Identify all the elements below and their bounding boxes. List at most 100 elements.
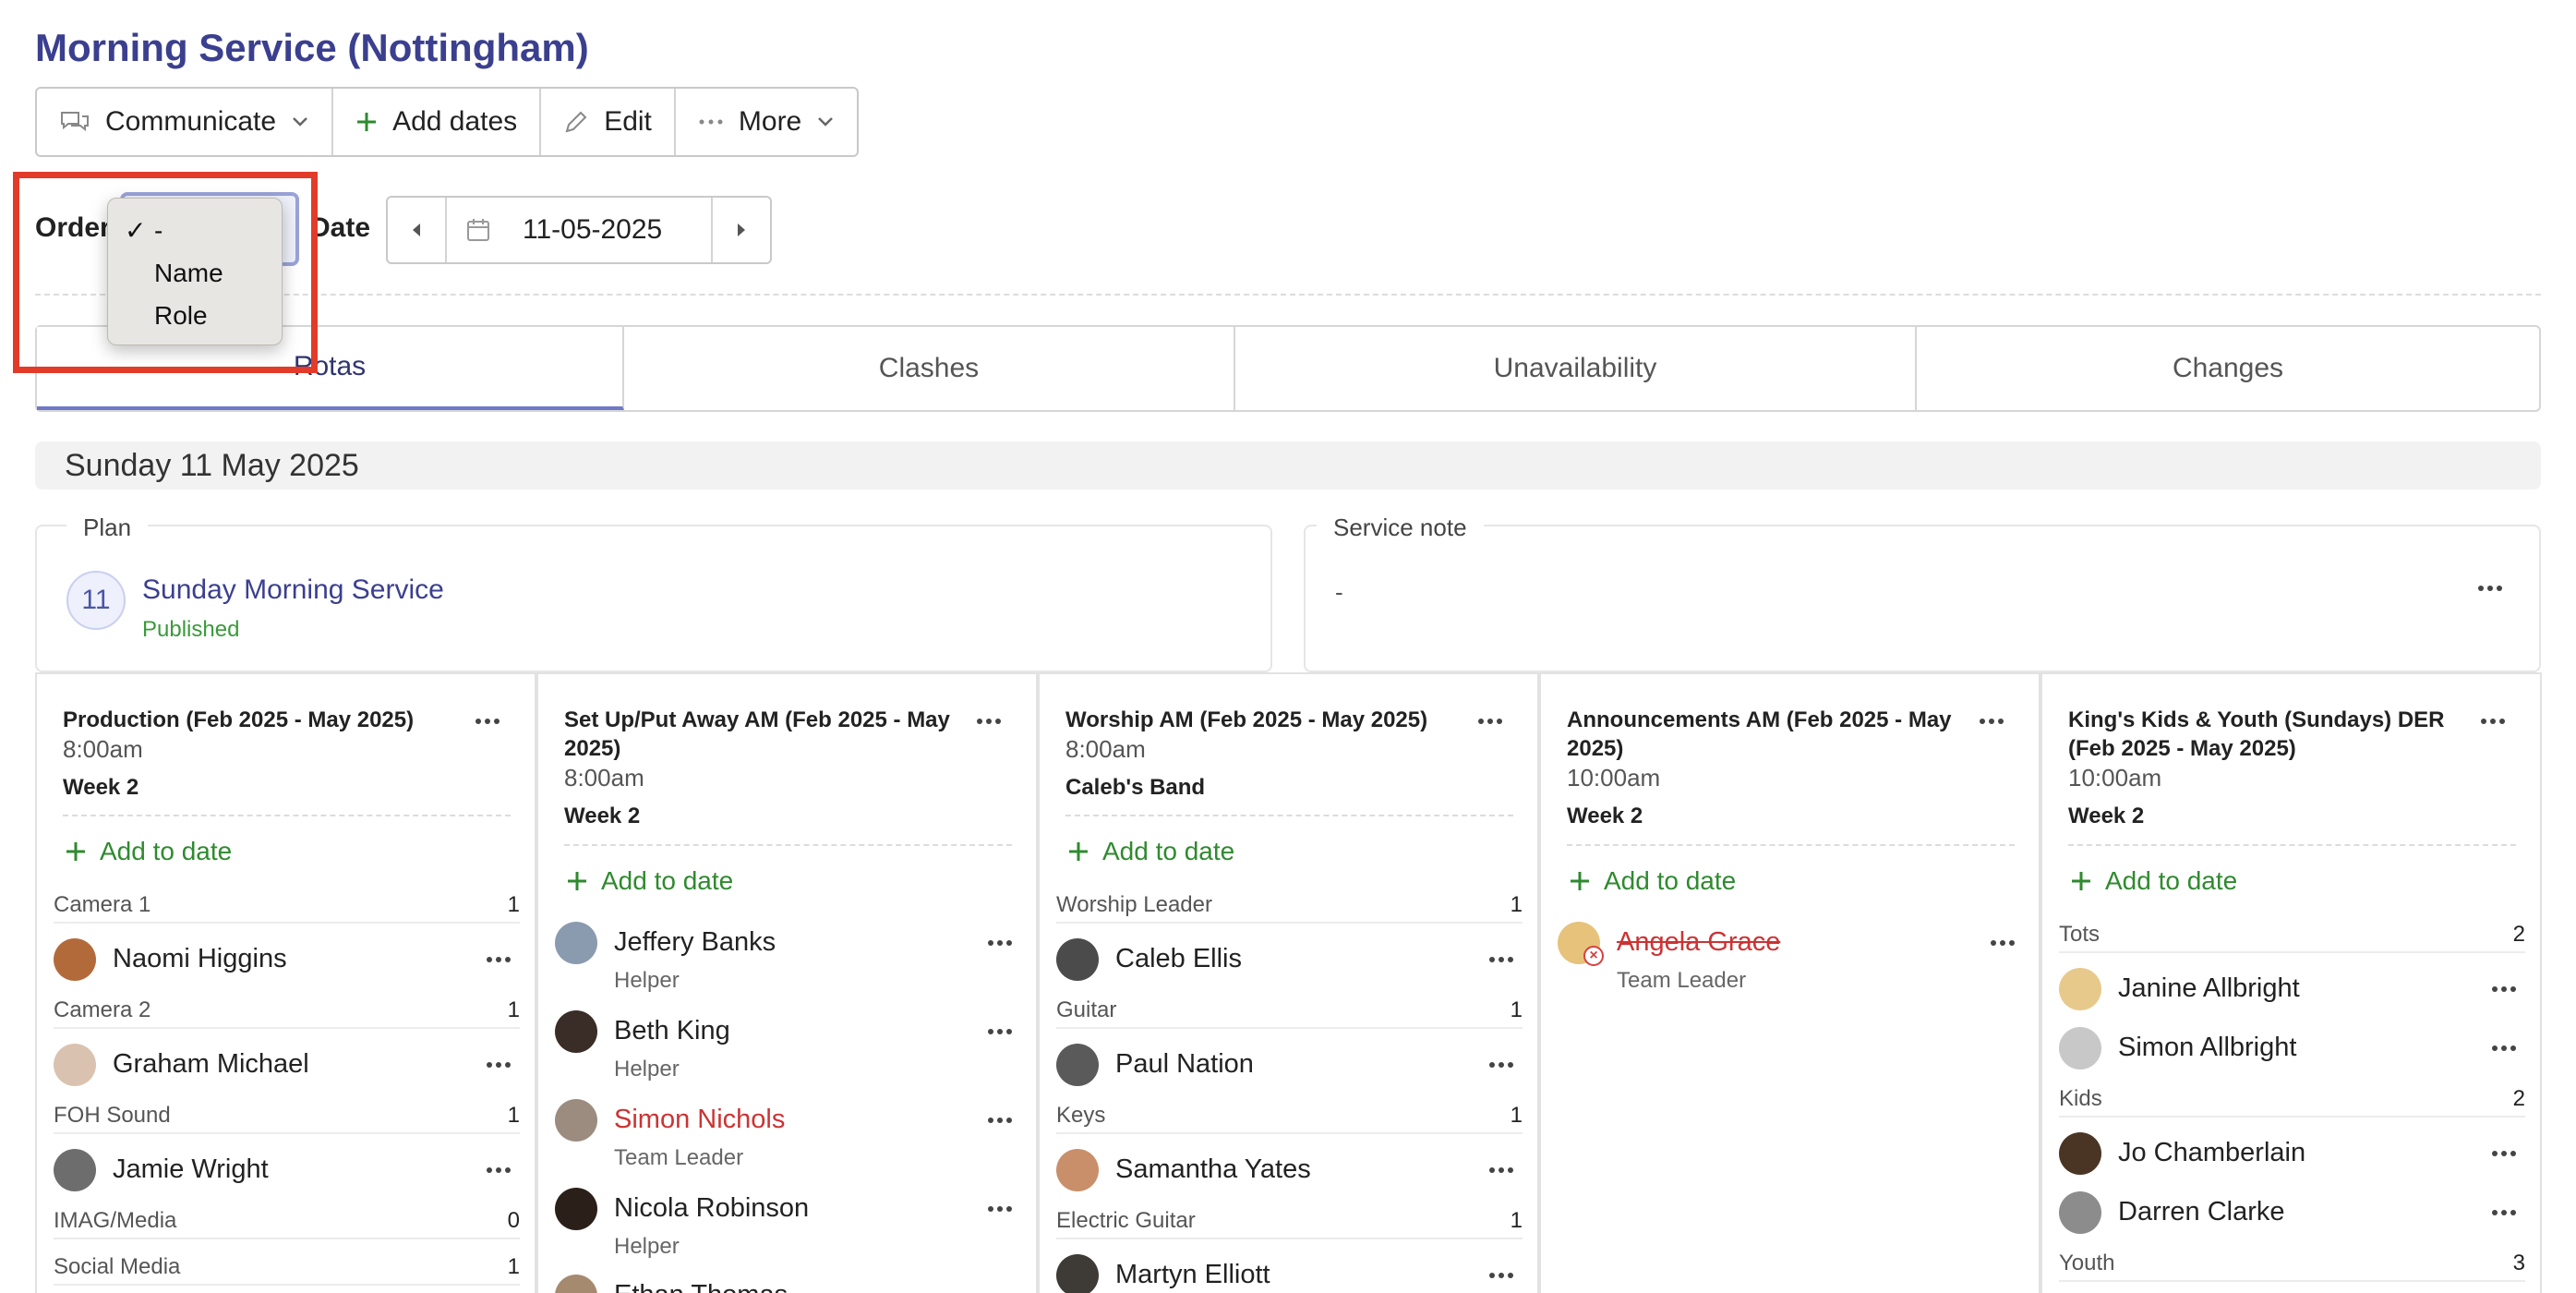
plan-link[interactable]: Sunday Morning Service	[142, 574, 444, 606]
add-to-date-button[interactable]: Add to date	[1067, 837, 1234, 866]
team-menu-button[interactable]	[977, 713, 1001, 730]
person-menu-button[interactable]	[1489, 1057, 1513, 1073]
person-menu-button[interactable]	[988, 1023, 1012, 1040]
role-row: Tots 2	[2059, 922, 2525, 953]
tab-unavailability[interactable]: Unavailability	[1235, 327, 1917, 410]
team-name: King's Kids & Youth (Sundays) DER (Feb 2…	[2068, 707, 2445, 761]
person-name[interactable]: Jo Chamberlain	[2118, 1138, 2305, 1168]
person-menu-button[interactable]	[2492, 981, 2516, 997]
person-row: Darren Clarke	[2059, 1190, 2525, 1236]
add-to-date-button[interactable]: Add to date	[65, 837, 232, 866]
role-count: 1	[1510, 1208, 1523, 1233]
ellipsis-icon	[1489, 1167, 1513, 1173]
ellipsis-icon	[699, 119, 723, 125]
plan-status: Published	[142, 617, 240, 642]
person-menu-button[interactable]	[1489, 951, 1513, 968]
person-row: Jeffery Banks Helper	[555, 920, 1021, 993]
person-menu-button[interactable]	[1489, 1162, 1513, 1178]
team-menu-button[interactable]	[1478, 713, 1502, 730]
person-name[interactable]: Jeffery Banks	[614, 927, 776, 958]
person-role: Helper	[614, 1234, 680, 1259]
role-count: 0	[507, 1208, 520, 1233]
person-menu-button[interactable]	[487, 1057, 511, 1073]
person-name[interactable]: Graham Michael	[113, 1049, 309, 1080]
ellipsis-icon	[1478, 719, 1502, 724]
person-row: Simon Nichols Team Leader	[555, 1097, 1021, 1170]
more-button[interactable]: More	[676, 89, 857, 155]
add-to-date-button[interactable]: Add to date	[566, 866, 733, 896]
role-count: 2	[2512, 1086, 2525, 1111]
team-menu-button[interactable]	[475, 713, 500, 730]
team-time: 10:00am	[2068, 764, 2162, 792]
person-menu-button[interactable]	[988, 935, 1012, 951]
person-menu-button[interactable]	[988, 1201, 1012, 1217]
service-note-menu[interactable]	[2478, 580, 2502, 597]
plus-icon	[568, 872, 586, 890]
person-menu-button[interactable]	[2492, 1145, 2516, 1162]
person-menu-button[interactable]	[1991, 935, 2015, 951]
person-name[interactable]: Caleb Ellis	[1115, 944, 1242, 974]
avatar	[555, 1099, 597, 1142]
role-row: Camera 2 1	[54, 997, 520, 1029]
team-name: Announcements AM (Feb 2025 - May 2025)	[1567, 707, 1952, 761]
role-name: Worship Leader	[1056, 892, 1212, 917]
person-name[interactable]: Darren Clarke	[2118, 1197, 2285, 1227]
person-menu-button[interactable]	[487, 951, 511, 968]
person-name[interactable]: Simon Allbright	[2118, 1033, 2296, 1063]
date-field[interactable]: 11-05-2025	[447, 198, 711, 262]
previous-date-button[interactable]	[388, 198, 447, 262]
ellipsis-icon	[487, 957, 511, 962]
tab-bar: Rotas Clashes Unavailability Changes	[35, 325, 2541, 412]
role-row: Keys 1	[1056, 1103, 1523, 1134]
team-sub: Week 2	[1567, 804, 1643, 828]
avatar	[2059, 1132, 2101, 1175]
ellipsis-icon	[475, 719, 500, 724]
person-name[interactable]: Martyn Elliott	[1115, 1260, 1270, 1290]
person-role: Team Leader	[1617, 968, 1747, 993]
role-count: 2	[2512, 922, 2525, 947]
service-note-text: -	[1335, 578, 1343, 606]
person-name[interactable]: Janine Allbright	[2118, 973, 2300, 1004]
tab-clashes[interactable]: Clashes	[624, 327, 1235, 410]
divider	[35, 294, 2541, 296]
person-row: Jamie Wright	[54, 1147, 520, 1193]
add-dates-button[interactable]: Add dates	[333, 89, 542, 155]
person-name[interactable]: Samantha Yates	[1115, 1154, 1311, 1185]
team-sub: Caleb's Band	[1065, 775, 1206, 800]
person-role: Helper	[614, 968, 680, 993]
divider	[63, 815, 511, 816]
plan-legend: Plan	[66, 514, 149, 542]
next-date-button[interactable]	[711, 198, 770, 262]
avatar	[54, 1149, 96, 1191]
person-name[interactable]: Jamie Wright	[113, 1154, 269, 1185]
team-menu-button[interactable]	[2481, 713, 2505, 730]
person-name[interactable]: Paul Nation	[1115, 1049, 1254, 1080]
team-sub: Week 2	[2068, 804, 2145, 828]
person-menu-button[interactable]	[2492, 1040, 2516, 1057]
add-to-date-label: Add to date	[1604, 866, 1737, 895]
add-to-date-button[interactable]: Add to date	[1569, 866, 1736, 896]
role-row: Electric Guitar 1	[1056, 1208, 1523, 1239]
ellipsis-icon	[1980, 719, 2004, 724]
person-name[interactable]: Simon Nichols	[614, 1105, 785, 1135]
person-name[interactable]: Naomi Higgins	[113, 944, 287, 974]
person-name[interactable]: Ethan Thomas	[614, 1280, 788, 1293]
edit-button[interactable]: Edit	[541, 89, 676, 155]
person-name[interactable]: Angela Grace	[1617, 927, 1780, 958]
team-name: Production (Feb 2025 - May 2025)	[63, 707, 415, 732]
plan-day-badge: 11	[66, 571, 126, 630]
role-row: Camera 1 1	[54, 892, 520, 924]
team-menu-button[interactable]	[1980, 713, 2004, 730]
add-to-date-button[interactable]: Add to date	[2070, 866, 2237, 896]
person-name[interactable]: Beth King	[614, 1016, 730, 1046]
avatar	[2059, 968, 2101, 1010]
person-menu-button[interactable]	[1489, 1267, 1513, 1284]
ellipsis-icon	[2492, 1151, 2516, 1156]
person-name[interactable]: Nicola Robinson	[614, 1193, 809, 1224]
person-menu-button[interactable]	[2492, 1204, 2516, 1221]
communicate-button[interactable]: Communicate	[37, 89, 334, 155]
tab-changes[interactable]: Changes	[1917, 327, 2539, 410]
person-menu-button[interactable]	[487, 1162, 511, 1178]
toolbar: Communicate Add dates Edit More	[35, 87, 860, 157]
person-menu-button[interactable]	[988, 1112, 1012, 1129]
